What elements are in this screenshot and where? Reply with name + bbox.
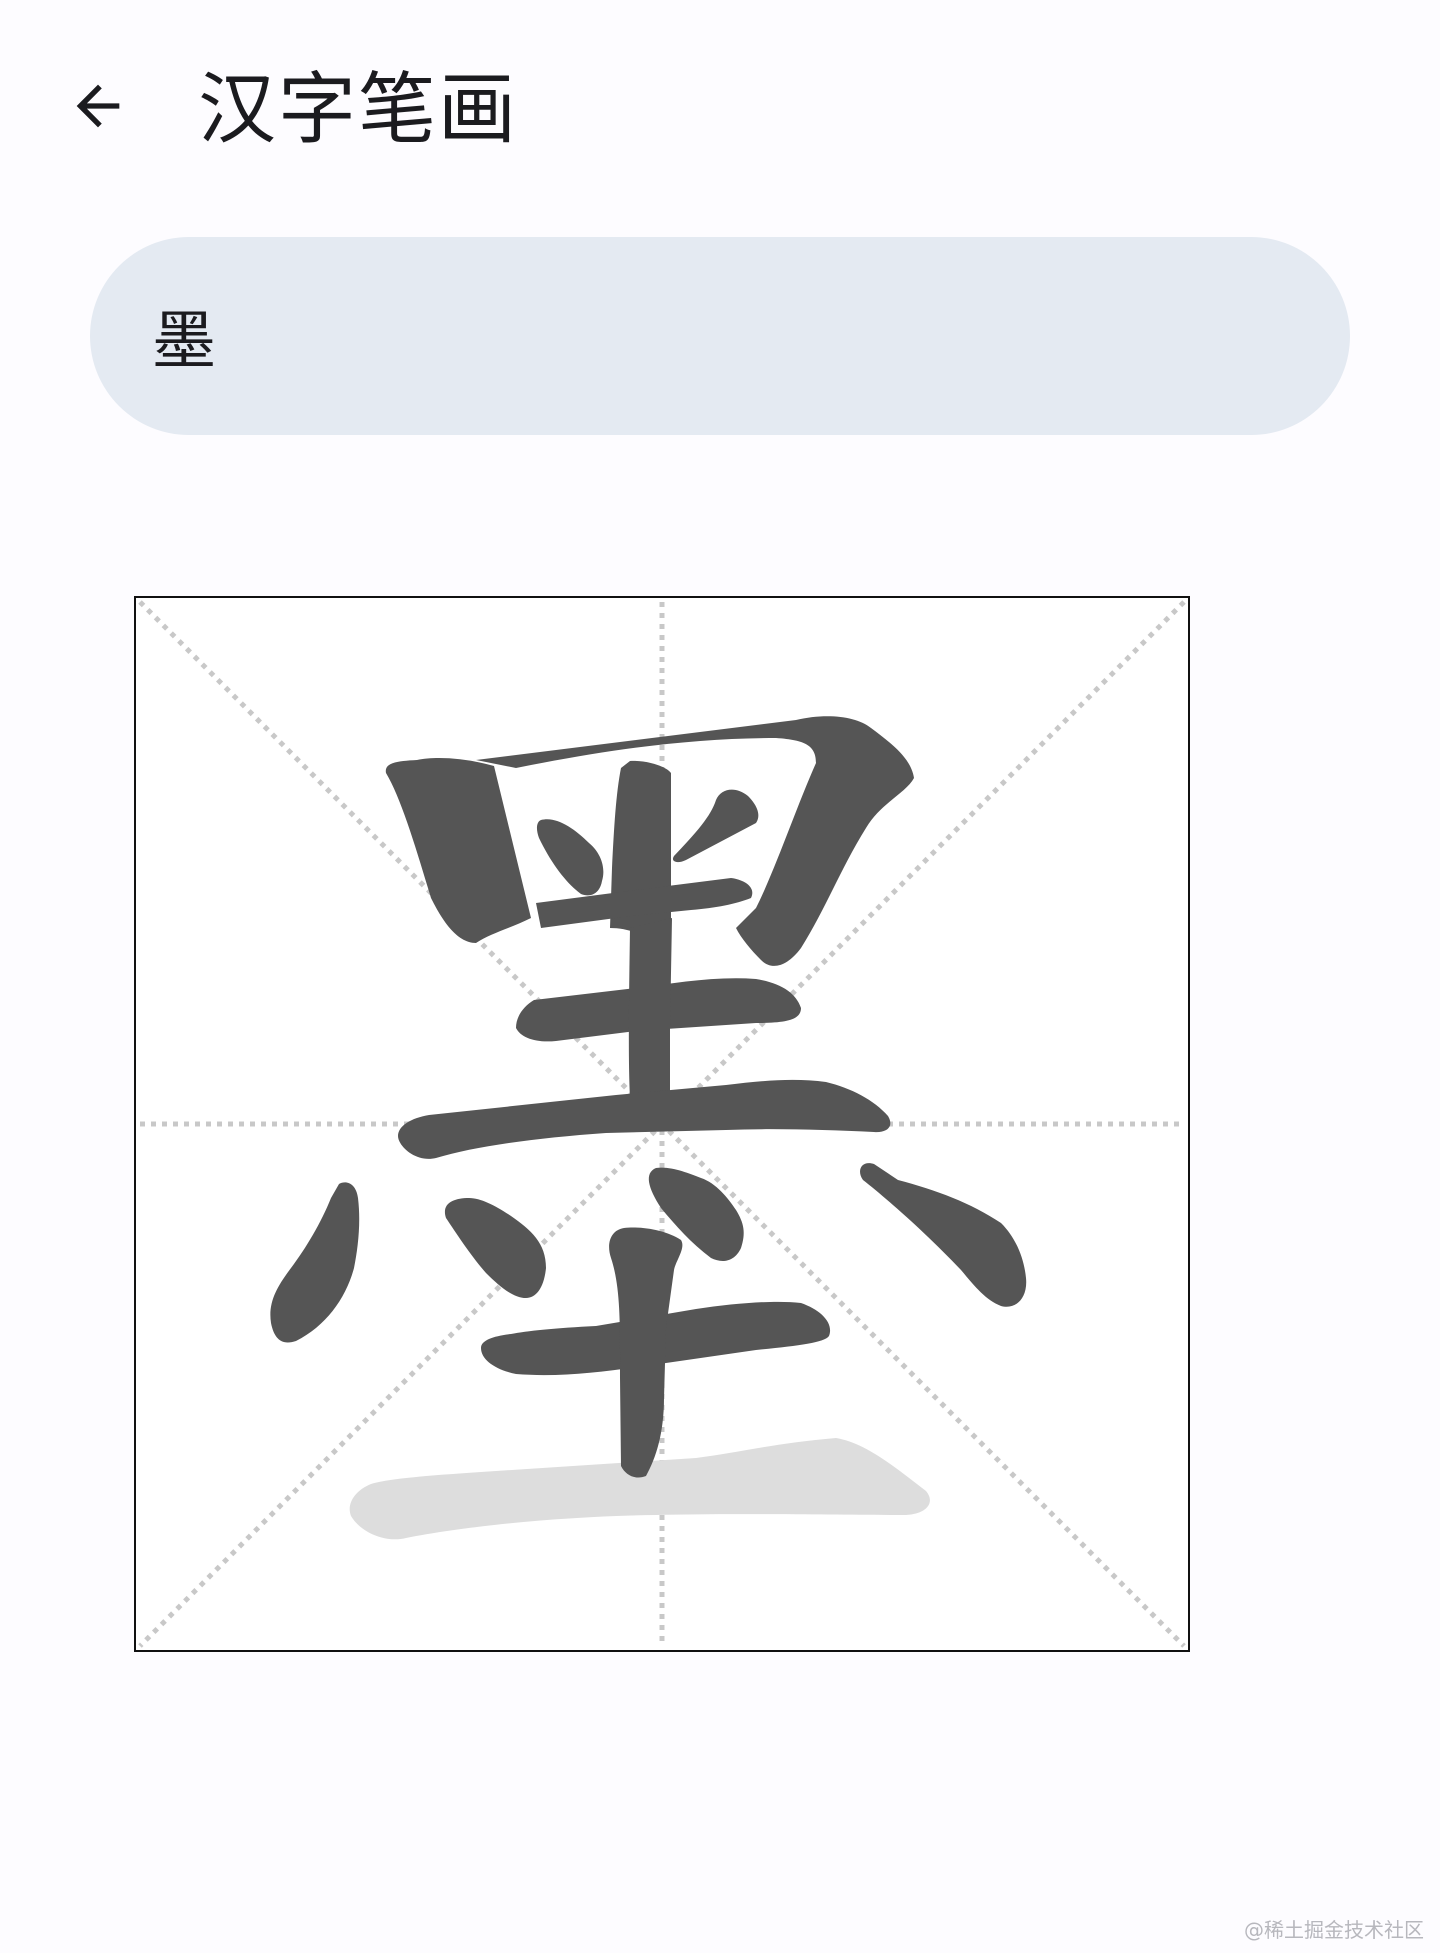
- top-app-bar: 汉字笔画: [0, 30, 1440, 170]
- stroke-box-inner-right: [672, 789, 759, 863]
- back-button[interactable]: [58, 66, 138, 146]
- written-strokes: [270, 716, 1027, 1478]
- stroke-fire-dot-1: [270, 1182, 360, 1343]
- arrow-back-icon: [76, 84, 120, 128]
- page-title: 汉字笔画: [198, 65, 519, 155]
- stroke-order-board: [134, 596, 1190, 1652]
- stroke-fire-dot-4: [860, 1163, 1027, 1307]
- app-screen: 汉字笔画 墨 @稀土掘金技术社区: [0, 0, 1440, 1953]
- stroke-fire-dot-2: [444, 1198, 546, 1298]
- stroke-center-vertical: [628, 918, 672, 1098]
- stroke-box-inner-left: [536, 819, 604, 896]
- character-search-field[interactable]: [90, 237, 1350, 435]
- stroke-box-left: [385, 758, 531, 943]
- character-input[interactable]: [152, 276, 1252, 396]
- character-stroke-canvas: [138, 600, 1186, 1648]
- watermark: @稀土掘金技术社区: [1244, 1918, 1424, 1942]
